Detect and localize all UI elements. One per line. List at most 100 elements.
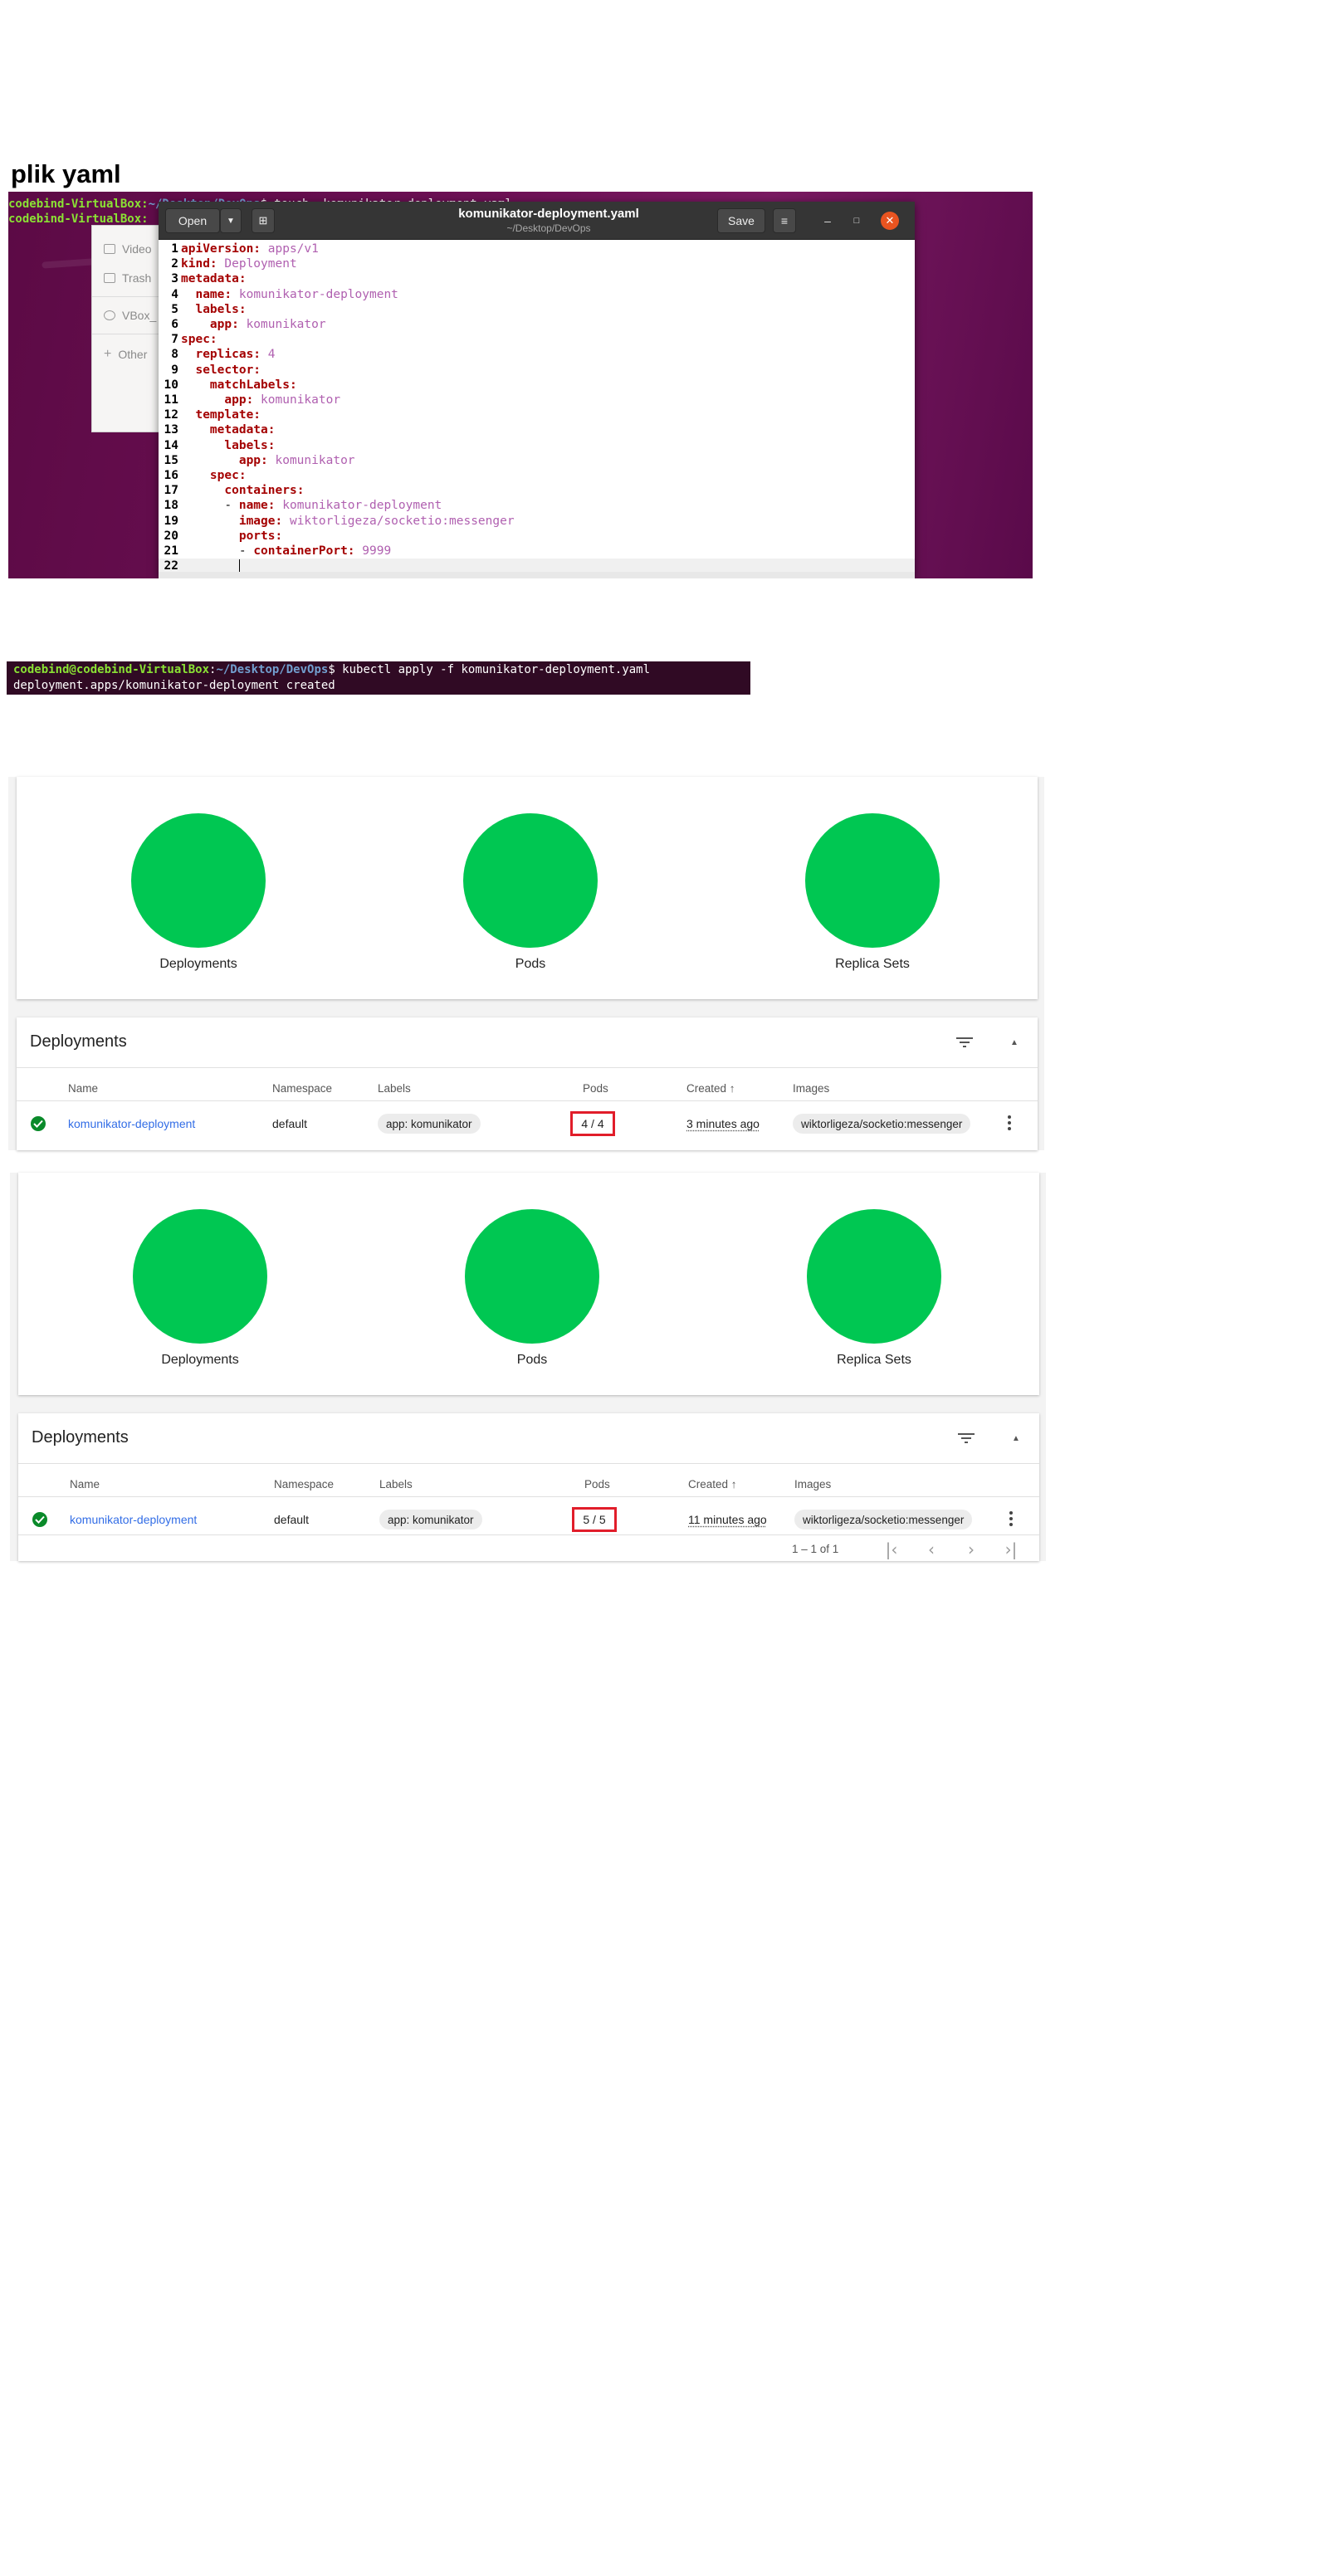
column-header-labels: Labels xyxy=(379,1478,413,1490)
gedit-headerbar: Open ▼ ⊞ komunikator-deployment.yaml ~/D… xyxy=(159,202,915,240)
column-header-name[interactable]: Name xyxy=(68,1082,98,1095)
new-tab-button[interactable]: ⊞ xyxy=(252,208,275,233)
deployments-card: Deployments ▲ Name Namespace Labels Pods… xyxy=(18,1413,1039,1561)
column-header-pods: Pods xyxy=(583,1082,608,1095)
code-line: 21 - containerPort: 9999 xyxy=(159,544,915,559)
gedit-statusbar xyxy=(159,572,915,578)
terminal-command-line: codebind@codebind-VirtualBox:~/Desktop/D… xyxy=(13,663,651,676)
column-header-name[interactable]: Name xyxy=(70,1478,100,1490)
column-header-images: Images xyxy=(793,1082,830,1095)
code-text: selector: xyxy=(195,363,261,377)
sort-arrow-icon: ↑ xyxy=(730,1478,737,1490)
line-number: 12 xyxy=(164,408,178,422)
save-button[interactable]: Save xyxy=(717,208,765,233)
code-text: spec: xyxy=(209,469,247,482)
code-line: 2 kind: Deployment xyxy=(159,256,915,271)
page-title: plik yaml xyxy=(11,159,121,188)
line-number: 3 xyxy=(171,272,178,286)
next-page-button[interactable]: › xyxy=(961,1539,981,1559)
code-text: name: komunikator-deployment xyxy=(195,287,398,301)
card-title: Deployments xyxy=(32,1428,129,1447)
code-text: labels: xyxy=(195,302,247,316)
hamburger-menu-button[interactable]: ≡ xyxy=(773,208,796,233)
code-line: 8 replicas: 4 xyxy=(159,347,915,362)
first-page-button[interactable]: |‹ xyxy=(882,1539,901,1559)
code-text: app: komunikator xyxy=(209,318,326,331)
folder-icon xyxy=(104,244,115,254)
files-item-vbox[interactable]: VBox_ xyxy=(104,309,156,322)
terminal-kubectl: codebind@codebind-VirtualBox:~/Desktop/D… xyxy=(7,661,750,695)
namespace-value: default xyxy=(274,1513,310,1526)
trash-icon xyxy=(104,273,115,283)
maximize-button[interactable]: □ xyxy=(848,212,866,230)
workload-label-deployments: Deployments xyxy=(159,957,237,971)
workload-label-replica-sets: Replica Sets xyxy=(837,1353,911,1367)
files-item-video[interactable]: Video xyxy=(104,242,152,256)
desktop-screenshot: codebind-VirtualBox:~/Desktop/DevOps$ to… xyxy=(8,192,1033,578)
code-text: metadata: xyxy=(181,272,247,286)
line-number: 8 xyxy=(171,348,178,362)
deployment-name-link[interactable]: komunikator-deployment xyxy=(68,1117,195,1130)
last-page-button[interactable]: ›| xyxy=(1001,1539,1021,1559)
code-line: 1 apiVersion: apps/v1 xyxy=(159,242,915,256)
code-text: metadata: xyxy=(209,423,276,437)
sort-arrow-icon: ↑ xyxy=(729,1082,735,1095)
column-header-created[interactable]: Created ↑ xyxy=(686,1082,735,1095)
files-item-trash[interactable]: Trash xyxy=(104,271,151,285)
deployments-status-circle xyxy=(131,813,266,948)
row-actions-menu[interactable] xyxy=(1009,1511,1014,1526)
code-line: 18 - name: komunikator-deployment xyxy=(159,498,915,513)
line-number: 20 xyxy=(164,529,178,543)
filter-icon xyxy=(956,1037,973,1047)
collapse-button[interactable]: ▲ xyxy=(1004,1032,1024,1052)
deployment-name-link[interactable]: komunikator-deployment xyxy=(70,1513,197,1526)
window-title: komunikator-deployment.yaml xyxy=(458,207,639,221)
filter-button[interactable] xyxy=(956,1428,976,1448)
pagination-range: 1 – 1 of 1 xyxy=(792,1543,839,1555)
last-page-icon: ›| xyxy=(1004,1539,1018,1559)
deployments-card: Deployments ▲ Name Namespace Labels Pods… xyxy=(17,1017,1038,1150)
menu-icon: ≡ xyxy=(780,214,789,227)
dashboard-screenshot-2: Deployments Pods Replica Sets Deployment… xyxy=(10,1173,1046,1561)
status-ok-icon xyxy=(32,1512,47,1527)
first-page-icon: |‹ xyxy=(885,1539,898,1559)
code-text: image: wiktorligeza/socketio:messenger xyxy=(238,514,515,528)
close-button[interactable]: ✕ xyxy=(881,212,899,230)
open-menu-button[interactable]: ▼ xyxy=(220,208,242,233)
divider xyxy=(17,1067,1038,1068)
line-number: 9 xyxy=(171,363,178,377)
replicasets-status-circle xyxy=(807,1209,941,1344)
card-title: Deployments xyxy=(30,1032,127,1051)
new-document-icon: ⊞ xyxy=(258,214,268,227)
code-line: 5 labels: xyxy=(159,302,915,317)
chevron-down-icon: ▼ xyxy=(227,216,235,226)
column-header-labels: Labels xyxy=(378,1082,411,1095)
line-number: 7 xyxy=(171,333,178,347)
caret-up-icon: ▲ xyxy=(1010,1037,1019,1047)
column-header-created[interactable]: Created ↑ xyxy=(688,1478,737,1490)
code-line: 9 selector: xyxy=(159,363,915,378)
code-line: 10 matchLabels: xyxy=(159,378,915,393)
line-number: 1 xyxy=(171,242,178,256)
column-header-namespace: Namespace xyxy=(274,1478,335,1490)
line-number: 21 xyxy=(164,544,178,558)
line-number: 14 xyxy=(164,438,178,452)
code-line: 17 containers: xyxy=(159,483,915,498)
line-number: 19 xyxy=(164,514,178,528)
minimize-button[interactable]: – xyxy=(818,212,837,230)
column-header-images: Images xyxy=(794,1478,832,1490)
window-subtitle: ~/Desktop/DevOps xyxy=(506,222,591,234)
line-number: 4 xyxy=(171,287,178,301)
line-number: 5 xyxy=(171,302,178,316)
previous-page-button[interactable]: ‹ xyxy=(921,1539,941,1559)
code-text: - name: komunikator-deployment xyxy=(181,499,442,513)
image-chip: wiktorligeza/socketio:messenger xyxy=(794,1510,973,1530)
files-item-other[interactable]: + Other xyxy=(104,347,147,362)
filter-button[interactable] xyxy=(955,1032,975,1052)
created-value: 3 minutes ago xyxy=(686,1117,760,1130)
code-line: 13 metadata: xyxy=(159,422,915,437)
collapse-button[interactable]: ▲ xyxy=(1006,1428,1026,1448)
row-actions-menu[interactable] xyxy=(1007,1115,1012,1130)
open-button[interactable]: Open xyxy=(165,208,220,233)
code-editor[interactable]: 1 apiVersion: apps/v1 2 kind: Deployment 3 me… xyxy=(159,240,915,574)
